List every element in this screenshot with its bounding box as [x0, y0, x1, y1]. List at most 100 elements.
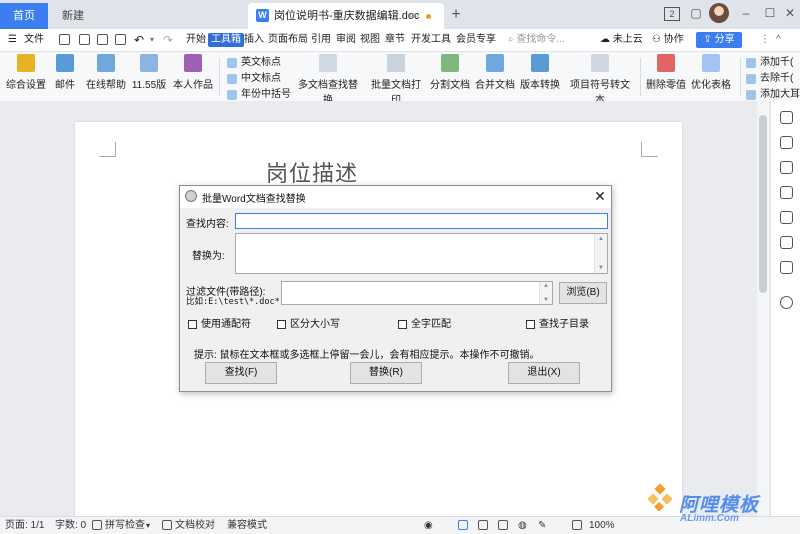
ribbon-en-punct[interactable]: 英文标点 [227, 56, 281, 70]
menu-page-layout[interactable]: 页面布局 [268, 29, 308, 51]
scroll-down-icon[interactable]: ▼ [598, 265, 604, 271]
exit-button[interactable]: 退出(X) [508, 362, 580, 384]
fit-icon[interactable] [572, 520, 582, 530]
close-window-icon[interactable]: ✕ [780, 3, 800, 23]
scroll-up-icon[interactable]: ▲ [598, 236, 604, 242]
print-icon[interactable] [97, 34, 108, 45]
new-tab-button[interactable]: + [448, 3, 464, 27]
menu-chapter[interactable]: 章节 [385, 29, 405, 51]
ribbon-year-bracket[interactable]: 年份中括号 [227, 88, 291, 102]
monitor-icon[interactable]: ▭ [409, 3, 418, 29]
hamburger-icon[interactable]: ☰ [8, 29, 17, 51]
menu-view[interactable]: 视图 [360, 29, 380, 51]
ribbon-multi-replace[interactable]: 多文档查找替换 [294, 54, 362, 106]
minimize-icon[interactable]: – [736, 3, 756, 23]
filter-input[interactable]: ▲ ▼ [281, 281, 553, 305]
ribbon-merge-doc[interactable]: 合并文档 [475, 54, 515, 91]
page-count[interactable]: 页面: 1/1 [5, 519, 44, 532]
scroll-thumb[interactable] [759, 115, 767, 293]
ribbon-bullet-to-text[interactable]: 项目符号转文本 [566, 54, 634, 106]
ribbon-version-convert[interactable]: 版本转换 [520, 54, 560, 91]
tab-document[interactable]: W 岗位说明书-重庆数据编辑.doc ▭ [248, 3, 444, 29]
menu-start[interactable]: 开始 [186, 29, 206, 51]
menu-references[interactable]: 引用 [311, 29, 331, 51]
menu-toolbox[interactable]: 工具箱 [208, 33, 244, 47]
collab-button[interactable]: ⚇ 协作 [652, 29, 684, 51]
read-view-icon[interactable] [498, 520, 508, 530]
find-button[interactable]: 查找(F) [205, 362, 277, 384]
match-case-checkbox[interactable]: 区分大小写 [277, 319, 340, 331]
ribbon-my-works[interactable]: 本人作品 [173, 54, 213, 91]
command-search[interactable]: ⌕ 查找命令... [508, 32, 590, 48]
menu-file[interactable]: 文件 [24, 29, 44, 51]
pen-icon[interactable]: ✎ [538, 519, 546, 532]
menu-review[interactable]: 审阅 [336, 29, 356, 51]
subfolders-checkbox[interactable]: 查找子目录 [526, 319, 589, 331]
filter-scrollbar[interactable]: ▲ ▼ [539, 282, 552, 304]
ribbon-help[interactable]: 在线帮助 [86, 54, 126, 91]
outline-view-icon[interactable] [478, 520, 488, 530]
replace-label: 替换为: [192, 251, 225, 262]
select-cursor-icon[interactable] [780, 161, 793, 174]
ribbon-delete-zero[interactable]: 删除零值 [646, 54, 686, 91]
zoom-level[interactable]: 100% [589, 519, 615, 532]
restore-icon[interactable]: ▢ [686, 3, 706, 23]
dialog-tip: 提示: 鼠标在文本框或多选框上停留一会儿，会有相应提示。本操作不可撤销。 [194, 350, 540, 361]
tab-home[interactable]: 首页 [0, 3, 48, 29]
ribbon-add-thousands[interactable]: 添加千( [746, 56, 793, 70]
compass-icon[interactable] [780, 236, 793, 249]
bullet-to-text-icon [591, 54, 609, 72]
web-view-icon[interactable]: ◍ [518, 519, 527, 532]
find-input[interactable] [235, 213, 608, 229]
replace-button[interactable]: 替换(R) [350, 362, 422, 384]
spellcheck-dropdown-icon[interactable]: ▾ [146, 519, 150, 532]
optimize-table-icon [702, 54, 720, 72]
ribbon-cn-punct[interactable]: 中文标点 [227, 72, 281, 86]
maximize-icon[interactable]: ☐ [760, 3, 780, 23]
dialog-close-button[interactable]: ✕ [592, 187, 608, 205]
ribbon-split-doc[interactable]: 分割文档 [430, 54, 470, 91]
ribbon-optimize-table[interactable]: 优化表格 [691, 54, 731, 91]
undo-icon[interactable]: ↶ [134, 29, 144, 51]
ribbon-add-big[interactable]: 添加大耳 [746, 88, 800, 102]
adjust-icon[interactable] [780, 186, 793, 199]
browse-button[interactable]: 浏览(B) [559, 282, 607, 304]
menu-developer[interactable]: 开发工具 [411, 29, 451, 51]
eye-icon[interactable]: ◉ [424, 519, 433, 532]
redo-icon[interactable]: ↷ [163, 29, 173, 51]
ribbon-settings[interactable]: 综合设置 [6, 54, 46, 91]
replace-input[interactable]: ▲ ▼ [235, 233, 608, 274]
shape-icon[interactable] [780, 211, 793, 224]
whole-word-checkbox[interactable]: 全字匹配 [398, 319, 451, 331]
print-preview-icon[interactable] [115, 34, 126, 45]
scroll-up-icon[interactable]: ▲ [543, 283, 549, 289]
replace-scrollbar[interactable]: ▲ ▼ [594, 234, 607, 273]
ribbon-version[interactable]: 11.55版 [131, 54, 167, 91]
dialog-titlebar[interactable]: 批量Word文档查找替换 ✕ [180, 186, 611, 208]
cloud-status[interactable]: ☁ 未上云 [600, 29, 643, 51]
tab-new[interactable]: 新建 [50, 3, 240, 29]
collapse-panel-icon[interactable] [780, 111, 793, 124]
collapse-ribbon-icon[interactable]: ^ [776, 29, 781, 51]
ribbon-remove-thousands[interactable]: 去除千( [746, 72, 793, 86]
wildcard-checkbox[interactable]: 使用通配符 [188, 319, 251, 331]
save-icon[interactable] [59, 34, 70, 45]
scroll-down-icon[interactable]: ▼ [543, 297, 549, 303]
book-icon[interactable] [780, 261, 793, 274]
menu-member[interactable]: 会员专享 [456, 29, 496, 51]
ribbon-mail[interactable]: 邮件 [52, 54, 78, 91]
layout-icon[interactable]: 2 [662, 3, 682, 23]
edit-icon[interactable] [780, 136, 793, 149]
help-icon[interactable] [780, 296, 793, 309]
undo-dropdown-icon[interactable]: ▾ [150, 29, 154, 51]
spellcheck-button[interactable]: 拼写检查 [105, 519, 145, 532]
word-count[interactable]: 字数: 0 [55, 519, 86, 532]
avatar[interactable] [709, 3, 729, 23]
share-button[interactable]: ⇪ 分享 [696, 32, 742, 48]
page-view-icon[interactable] [458, 520, 468, 530]
proofread-button[interactable]: 文档校对 [175, 519, 215, 532]
menu-insert[interactable]: 插入 [244, 29, 264, 51]
export-pdf-icon[interactable] [79, 34, 90, 45]
more-icon[interactable]: ⋮ [760, 29, 770, 51]
ribbon-batch-print[interactable]: 批量文档打印 [367, 54, 425, 106]
